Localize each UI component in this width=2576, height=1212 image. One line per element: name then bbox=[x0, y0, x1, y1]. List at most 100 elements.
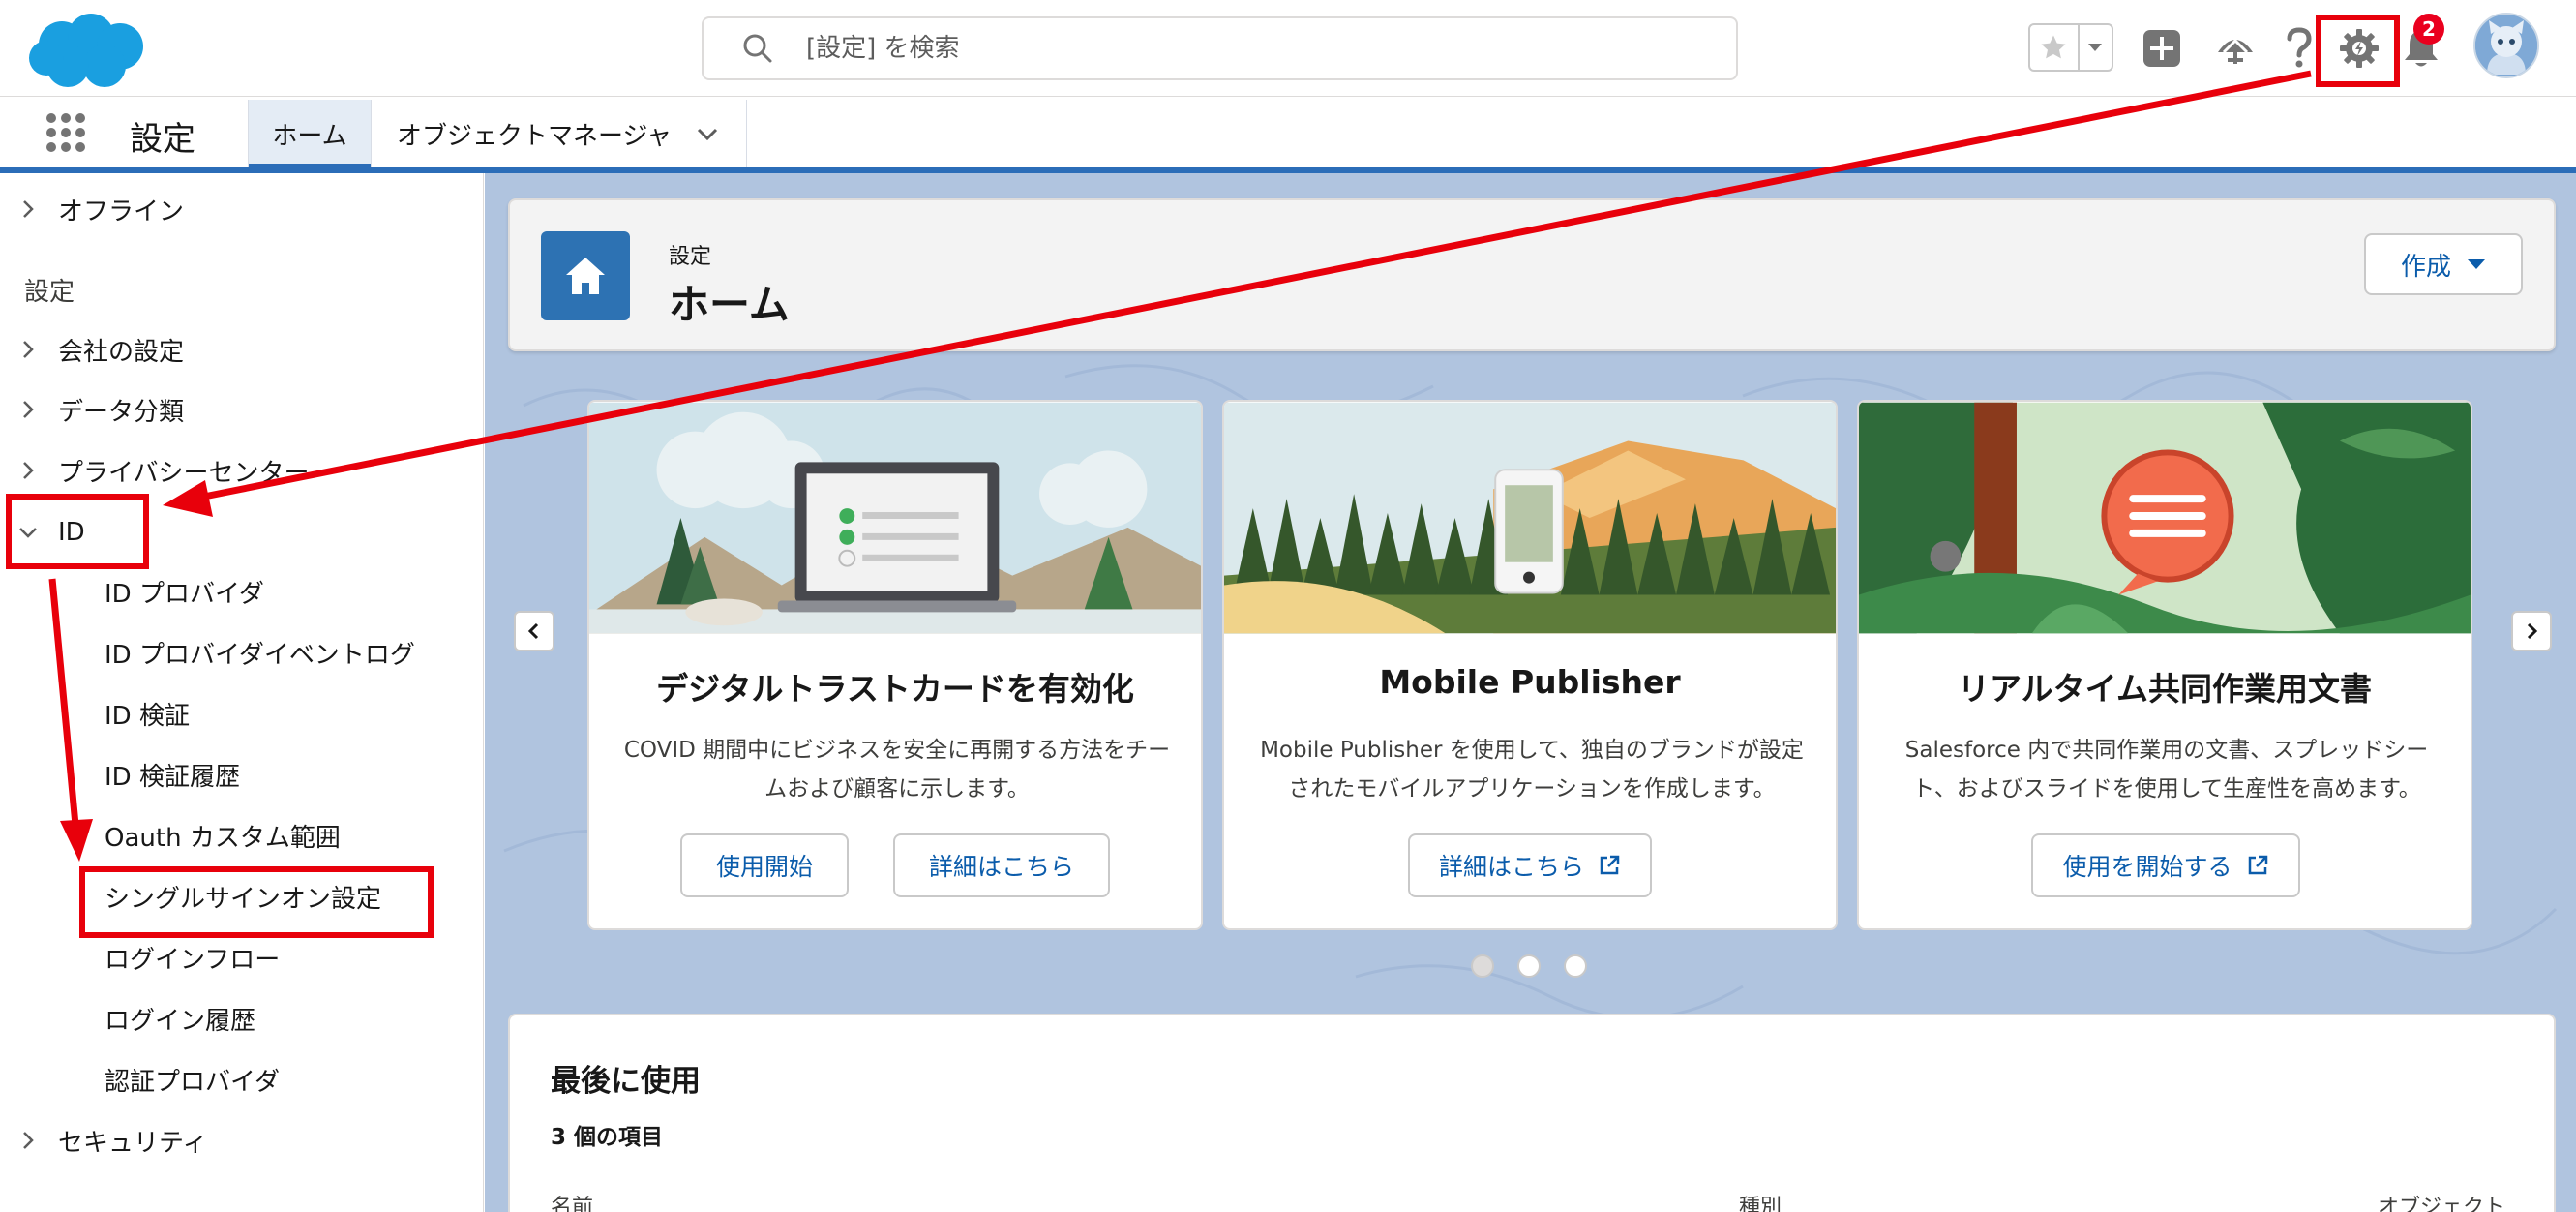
user-avatar-icon bbox=[2475, 15, 2537, 76]
recent-items-count: 3 個の項目 bbox=[551, 1125, 664, 1150]
sidebar-subitem-id-verification-history[interactable]: ID 検証履歴 bbox=[105, 750, 240, 799]
digital-trust-illustration bbox=[589, 402, 1201, 634]
column-header-type[interactable]: 種別 bbox=[1739, 1190, 1782, 1212]
card-title: リアルタイム共同作業用文書 bbox=[1957, 670, 2372, 708]
page-header-subtitle: 設定 bbox=[669, 245, 712, 269]
main-content: 設定 ホーム 作成 デジタルトラストカードを有効化 COVID 期間中にビジネス… bbox=[485, 173, 2576, 1212]
gear-icon bbox=[2340, 29, 2379, 68]
global-actions-button[interactable] bbox=[2133, 19, 2191, 77]
avatar[interactable] bbox=[2473, 13, 2539, 78]
column-header-object[interactable]: オブジェクト bbox=[2378, 1190, 2505, 1212]
card-title: Mobile Publisher bbox=[1379, 663, 1681, 701]
promo-card-mobile-publisher: Mobile Publisher Mobile Publisher を使用して、… bbox=[1222, 400, 1838, 930]
sidebar-item-label: オフライン bbox=[58, 197, 185, 227]
learn-more-button[interactable]: 詳細はこちら bbox=[893, 833, 1110, 897]
sidebar-item-privacy-center[interactable]: プライバシーセンター bbox=[0, 446, 309, 495]
sidebar-item-label: セキュリティ bbox=[58, 1128, 208, 1158]
favorites-group bbox=[2028, 23, 2113, 72]
salesforce-logo[interactable] bbox=[27, 12, 147, 89]
external-link-icon bbox=[1600, 855, 1620, 875]
chevron-right-icon bbox=[23, 341, 34, 358]
chevron-right-icon bbox=[23, 200, 34, 218]
favorites-dropdown[interactable] bbox=[2080, 25, 2112, 70]
card-description: COVID 期間中にビジネスを安全に再開する方法をチームおよび顧客に示します。 bbox=[623, 738, 1171, 802]
create-button[interactable]: 作成 bbox=[2364, 233, 2523, 295]
card-title: デジタルトラストカードを有効化 bbox=[656, 670, 1134, 708]
sidebar-section-heading: 設定 bbox=[24, 278, 75, 307]
sidebar-item-label: プライバシーセンター bbox=[58, 458, 310, 488]
sidebar-item-label: データ分類 bbox=[58, 397, 185, 427]
app-name: 設定 bbox=[130, 120, 195, 159]
sidebar-subitem-single-sign-on-settings[interactable]: シングルサインオン設定 bbox=[105, 872, 381, 921]
sidebar-subitem-id-verification[interactable]: ID 検証 bbox=[105, 689, 190, 738]
chevron-right-icon bbox=[23, 401, 34, 418]
sidebar-item-label: ID bbox=[58, 518, 85, 547]
setup-gear-button[interactable] bbox=[2330, 19, 2388, 77]
carousel-next-button[interactable] bbox=[2511, 611, 2552, 651]
search-input[interactable] bbox=[806, 34, 1677, 63]
add-icon bbox=[2143, 30, 2180, 67]
realtime-docs-illustration bbox=[1859, 402, 2471, 634]
get-started-button[interactable]: 使用開始 bbox=[680, 833, 849, 897]
caret-down-icon bbox=[2088, 44, 2103, 51]
app-launcher-icon[interactable] bbox=[45, 111, 87, 154]
sidebar-subitem-login-flows[interactable]: ログインフロー bbox=[105, 933, 280, 982]
column-header-name[interactable]: 名前 bbox=[551, 1190, 593, 1212]
help-button[interactable] bbox=[2270, 19, 2328, 77]
sidebar-subitem-id-provider-event-log[interactable]: ID プロバイダイベントログ bbox=[105, 628, 415, 677]
card-description: Mobile Publisher を使用して、独自のブランドが設定されたモバイル… bbox=[1260, 738, 1804, 802]
chevron-right-icon bbox=[23, 1132, 34, 1149]
sidebar-subitem-auth-providers[interactable]: 認証プロバイダ bbox=[105, 1055, 280, 1104]
chevron-down-icon[interactable] bbox=[693, 119, 722, 148]
trailhead-icon bbox=[2218, 38, 2253, 64]
home-icon-tile bbox=[541, 231, 630, 320]
chevron-right-icon bbox=[2527, 622, 2538, 640]
notification-badge: 2 bbox=[2413, 14, 2444, 45]
global-search[interactable] bbox=[702, 16, 1738, 80]
sidebar-item-data-classification[interactable]: データ分類 bbox=[0, 385, 184, 434]
recent-items-title: 最後に使用 bbox=[551, 1064, 701, 1099]
button-label: 使用を開始する bbox=[2062, 853, 2232, 881]
chevron-right-icon bbox=[23, 462, 34, 479]
mobile-publisher-illustration bbox=[1224, 402, 1836, 634]
tab-home[interactable]: ホーム bbox=[248, 100, 372, 167]
carousel-dot-2[interactable] bbox=[1517, 954, 1541, 978]
home-icon bbox=[566, 258, 605, 294]
sidebar-subitem-oauth-custom-scopes[interactable]: Oauth カスタム範囲 bbox=[105, 811, 341, 860]
trailhead-button[interactable] bbox=[2206, 19, 2264, 77]
star-icon bbox=[2041, 35, 2066, 59]
recent-items-panel: 最後に使用 3 個の項目 名前 種別 オブジェクト bbox=[508, 1014, 2556, 1212]
sidebar-item-id[interactable]: ID bbox=[0, 508, 85, 557]
button-label: 詳細はこちら bbox=[928, 853, 1074, 881]
sidebar-item-company-settings[interactable]: 会社の設定 bbox=[0, 325, 184, 374]
sidebar-subitem-login-history[interactable]: ログイン履歴 bbox=[105, 994, 255, 1043]
promo-card-realtime-docs: リアルタイム共同作業用文書 Salesforce 内で共同作業用の文書、スプレッ… bbox=[1857, 400, 2472, 930]
help-icon bbox=[2287, 27, 2312, 68]
learn-more-external-button[interactable]: 詳細はこちら bbox=[1408, 833, 1652, 897]
button-label: 詳細はこちら bbox=[1438, 853, 1584, 881]
carousel-dot-3[interactable] bbox=[1564, 954, 1587, 978]
sidebar-subitem-id-provider[interactable]: ID プロバイダ bbox=[105, 567, 264, 616]
tab-object-manager[interactable]: オブジェクトマネージャ bbox=[372, 100, 747, 167]
carousel-dot-1[interactable] bbox=[1471, 954, 1494, 978]
external-link-icon bbox=[2248, 855, 2267, 875]
sidebar-item-security[interactable]: セキュリティ bbox=[0, 1116, 207, 1165]
promo-card-digital-trust: デジタルトラストカードを有効化 COVID 期間中にビジネスを安全に再開する方法… bbox=[587, 400, 1203, 930]
create-button-label: 作成 bbox=[2400, 252, 2451, 282]
sidebar-item-label: 会社の設定 bbox=[58, 337, 185, 367]
chevron-down-icon bbox=[19, 528, 37, 538]
card-description: Salesforce 内で共同作業用の文書、スプレッドシート、およびスライドを使… bbox=[1904, 738, 2429, 802]
carousel-prev-button[interactable] bbox=[514, 611, 554, 651]
start-using-external-button[interactable]: 使用を開始する bbox=[2031, 833, 2300, 897]
page-header: 設定 ホーム 作成 bbox=[508, 198, 2556, 351]
caret-down-icon bbox=[2468, 259, 2485, 269]
favorites-button[interactable] bbox=[2030, 25, 2080, 70]
chevron-left-icon bbox=[527, 622, 539, 640]
page-title: ホーム bbox=[669, 281, 790, 328]
setup-sidebar: オフライン 設定 会社の設定 データ分類 プライバシーセンター ID ID プロ… bbox=[0, 173, 484, 1212]
tab-object-manager-label: オブジェクトマネージャ bbox=[397, 121, 673, 151]
button-label: 使用開始 bbox=[715, 853, 813, 881]
sidebar-item-offline[interactable]: オフライン bbox=[0, 185, 184, 233]
tab-home-label: ホーム bbox=[272, 121, 347, 151]
global-header: 2 bbox=[0, 0, 2576, 97]
